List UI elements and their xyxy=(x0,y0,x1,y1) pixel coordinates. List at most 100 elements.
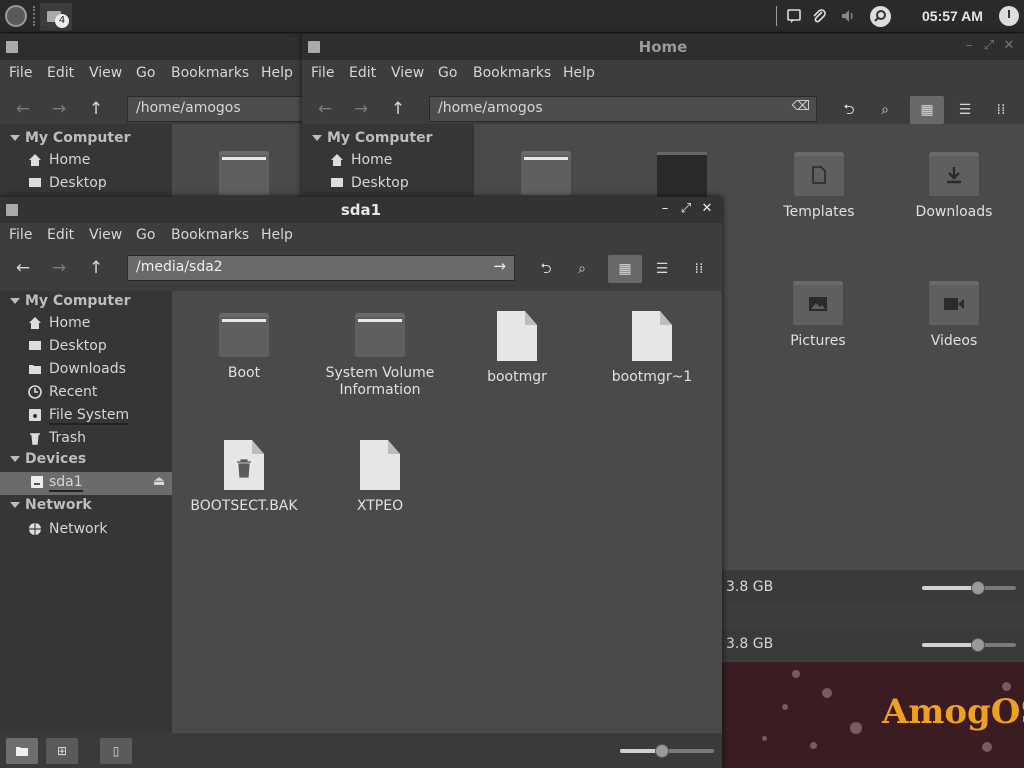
menu-file[interactable]: File xyxy=(9,65,32,81)
sidebar-item-home[interactable]: Home xyxy=(28,150,172,172)
clock[interactable]: 05:57 AM xyxy=(922,8,983,24)
maximize-icon[interactable]: ⤢ xyxy=(679,202,693,216)
forward-arrow-icon[interactable]: → xyxy=(352,100,370,118)
menu-view[interactable]: View xyxy=(89,65,122,81)
icon-view-button[interactable]: ▦ xyxy=(910,96,944,124)
close-icon[interactable]: ✕ xyxy=(700,202,714,216)
location-bar[interactable]: /home/amogos ⌫ xyxy=(429,96,817,122)
file-item-bootmgr[interactable]: bootmgr xyxy=(457,311,577,386)
menu-edit[interactable]: Edit xyxy=(47,227,74,243)
file-item-pictures[interactable]: Pictures xyxy=(758,281,878,350)
menu-help[interactable]: Help xyxy=(261,65,293,81)
minimize-icon[interactable]: – xyxy=(658,202,672,216)
sda1-window-content: Boot System Volume Information bootmgr b… xyxy=(172,291,722,733)
file-item-xtpeo[interactable]: XTPEO xyxy=(320,440,440,515)
zoom-slider-knob[interactable] xyxy=(971,581,985,595)
forward-arrow-icon[interactable]: → xyxy=(50,259,68,277)
home-window-titlebar[interactable]: Home – ⤢ ✕ xyxy=(302,34,1024,60)
search-icon[interactable]: ⌕ xyxy=(868,96,902,124)
hide-sidebar-button[interactable]: ▯ xyxy=(100,738,132,764)
file-item-templates[interactable]: Templates xyxy=(759,152,879,221)
sidebar-item-network[interactable]: Network xyxy=(28,519,172,541)
power-icon[interactable] xyxy=(999,6,1019,26)
folder-icon[interactable] xyxy=(521,151,571,195)
icon-view-button[interactable]: ▦ xyxy=(608,255,642,283)
zoom-slider-knob[interactable] xyxy=(655,744,669,758)
sidebar-heading-my-computer[interactable]: My Computer xyxy=(10,130,131,146)
file-item-boot[interactable]: Boot xyxy=(184,313,304,382)
back-arrow-icon[interactable]: ← xyxy=(316,100,334,118)
file-item-bootsect-bak[interactable]: BOOTSECT.BAK xyxy=(184,440,304,515)
clear-icon[interactable]: ⌫ xyxy=(792,99,810,114)
menu-help[interactable]: Help xyxy=(261,227,293,243)
sidebar-heading-my-computer[interactable]: My Computer xyxy=(312,130,433,146)
show-places-button[interactable] xyxy=(6,738,38,764)
menu-edit[interactable]: Edit xyxy=(349,65,376,81)
back-arrow-icon[interactable]: ← xyxy=(14,259,32,277)
location-text: /home/amogos xyxy=(438,100,543,116)
sidebar-heading-network[interactable]: Network xyxy=(10,497,92,513)
search-icon[interactable]: ⌕ xyxy=(565,255,599,283)
compact-view-button[interactable]: ⁞⁞ xyxy=(682,255,716,283)
sidebar-item-desktop[interactable]: Desktop xyxy=(28,336,172,358)
app-menu-icon[interactable] xyxy=(5,5,27,27)
menu-go[interactable]: Go xyxy=(136,65,155,81)
menu-go[interactable]: Go xyxy=(136,227,155,243)
eject-icon[interactable]: ⏏ xyxy=(153,474,165,489)
notification-icon[interactable] xyxy=(786,8,802,24)
volume-icon[interactable] xyxy=(840,8,856,24)
folder-icon[interactable] xyxy=(219,151,269,195)
location-bar[interactable]: /home/amogos xyxy=(127,96,307,122)
minimize-icon[interactable]: – xyxy=(962,39,976,53)
back-window-titlebar[interactable] xyxy=(0,34,302,60)
file-item-downloads[interactable]: Downloads xyxy=(894,152,1014,221)
forward-arrow-icon[interactable]: → xyxy=(50,100,68,118)
show-treeview-button[interactable]: ⊞ xyxy=(46,738,78,764)
drive-folder-icon[interactable] xyxy=(657,152,707,202)
sidebar-heading-devices[interactable]: Devices xyxy=(10,451,86,467)
sidebar-item-file-system[interactable]: File System xyxy=(28,405,172,427)
file-item-system-volume-information[interactable]: System Volume Information xyxy=(320,313,440,399)
sidebar-item-home[interactable]: Home xyxy=(330,150,474,172)
back-arrow-icon[interactable]: ← xyxy=(14,100,32,118)
up-arrow-icon[interactable]: ↑ xyxy=(389,100,407,118)
back-window[interactable]: File Edit View Go Bookmarks Help ← → ↑ /… xyxy=(0,34,307,214)
compact-view-button[interactable]: ⁞⁞ xyxy=(984,96,1018,124)
up-arrow-icon[interactable]: ↑ xyxy=(87,100,105,118)
clip-icon[interactable] xyxy=(811,8,827,24)
sda1-window[interactable]: sda1 – ⤢ ✕ File Edit View Go Bookmarks H… xyxy=(0,197,722,768)
menu-file[interactable]: File xyxy=(311,65,334,81)
go-arrow-icon[interactable]: → xyxy=(493,257,506,275)
sidebar-item-recent[interactable]: Recent xyxy=(28,382,172,404)
maximize-icon[interactable]: ⤢ xyxy=(982,39,996,53)
menu-bookmarks[interactable]: Bookmarks xyxy=(473,65,551,81)
file-item-videos[interactable]: Videos xyxy=(894,281,1014,350)
menu-go[interactable]: Go xyxy=(438,65,457,81)
close-icon[interactable]: ✕ xyxy=(1002,39,1016,53)
menu-file[interactable]: File xyxy=(9,227,32,243)
file-item-bootmgr-1[interactable]: bootmgr~1 xyxy=(592,311,712,386)
sda1-window-titlebar[interactable]: sda1 – ⤢ ✕ xyxy=(0,197,722,223)
menu-view[interactable]: View xyxy=(391,65,424,81)
sidebar-item-desktop[interactable]: Desktop xyxy=(330,173,474,195)
sidebar-item-home[interactable]: Home xyxy=(28,313,172,335)
menu-help[interactable]: Help xyxy=(563,65,595,81)
sidebar-item-trash[interactable]: Trash xyxy=(28,428,172,450)
sidebar-item-downloads[interactable]: Downloads xyxy=(28,359,172,381)
zoom-slider-knob[interactable] xyxy=(971,638,985,652)
location-bar[interactable]: /media/sda2 → xyxy=(127,255,515,281)
toggle-location-icon[interactable]: ⮌ xyxy=(529,255,563,283)
menu-view[interactable]: View xyxy=(89,227,122,243)
sidebar-item-desktop[interactable]: Desktop xyxy=(28,173,172,195)
toggle-location-icon[interactable]: ⮌ xyxy=(832,96,866,124)
search-icon[interactable] xyxy=(870,6,891,27)
list-view-button[interactable]: ☰ xyxy=(645,255,679,283)
menu-edit[interactable]: Edit xyxy=(47,65,74,81)
sidebar-heading-my-computer[interactable]: My Computer xyxy=(10,293,131,309)
menu-bookmarks[interactable]: Bookmarks xyxy=(171,227,249,243)
list-view-button[interactable]: ☰ xyxy=(948,96,982,124)
taskbar-file-manager-button[interactable]: 4 xyxy=(40,3,72,31)
menu-bookmarks[interactable]: Bookmarks xyxy=(171,65,249,81)
up-arrow-icon[interactable]: ↑ xyxy=(87,259,105,277)
sidebar-item-sda1[interactable]: sda1 ⏏ xyxy=(0,472,172,495)
